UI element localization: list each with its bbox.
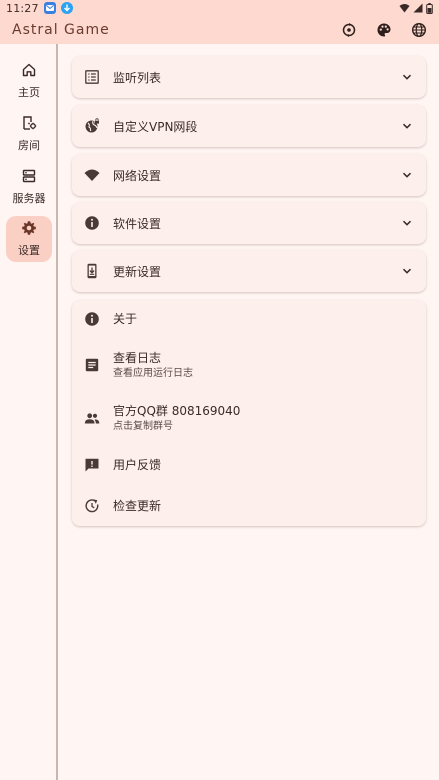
check-update-row[interactable]: 检查更新 [72,497,426,515]
server-icon [21,168,37,184]
info-icon [84,311,100,327]
section-label: 网络设置 [113,168,162,183]
about-card: 关于 查看日志 查看应用运行日志 官方QQ群 808169040 点击复制群号 [72,300,426,526]
download-notification-icon [60,2,73,14]
chevron-down-icon [400,216,414,230]
update-icon [84,498,100,514]
feedback-title: 用户反馈 [113,457,162,472]
vpn-globe-icon [84,118,100,134]
qq-group-title: 官方QQ群 808169040 [113,403,241,418]
app-title: Astral Game [12,22,110,38]
mail-notification-icon [43,2,56,14]
rail-item-room[interactable]: 房间 [6,111,52,157]
log-icon [84,357,100,373]
check-update-title: 检查更新 [113,498,162,513]
section-label: 软件设置 [113,216,162,231]
battery-icon [426,2,433,14]
room-icon [21,115,37,131]
rail-label-room: 房间 [18,139,40,152]
signal-icon [413,3,423,13]
section-listen-list[interactable]: 监听列表 [72,56,426,98]
sync-icon[interactable] [341,22,357,38]
rail-label-server: 服务器 [12,192,46,205]
rail-item-settings[interactable]: 设置 [6,216,52,262]
about-row[interactable]: 关于 [72,310,426,328]
qq-group-row[interactable]: 官方QQ群 808169040 点击复制群号 [72,402,426,434]
section-network-settings[interactable]: 网络设置 [72,154,426,196]
chevron-down-icon [400,70,414,84]
chevron-down-icon [400,168,414,182]
globe-icon[interactable] [411,22,427,38]
section-label: 监听列表 [113,70,162,85]
feedback-icon [84,457,100,473]
palette-icon[interactable] [376,22,392,38]
qq-group-subtitle: 点击复制群号 [113,420,173,432]
chevron-down-icon [400,264,414,278]
view-logs-title: 查看日志 [113,350,162,365]
view-logs-subtitle: 查看应用运行日志 [113,367,193,379]
wifi-icon [84,167,100,183]
info-icon [84,215,100,231]
section-label: 自定义VPN网段 [113,119,198,134]
rail-label-settings: 设置 [18,244,40,257]
about-title: 关于 [113,311,138,326]
chevron-down-icon [400,119,414,133]
view-logs-row[interactable]: 查看日志 查看应用运行日志 [72,349,426,381]
wifi-status-icon [399,4,410,13]
section-update-settings[interactable]: 更新设置 [72,250,426,292]
section-software-settings[interactable]: 软件设置 [72,202,426,244]
section-custom-vpn[interactable]: 自定义VPN网段 [72,105,426,147]
group-icon [84,410,100,426]
list-icon [84,69,100,85]
app-bar: Astral Game [0,16,439,44]
navigation-rail: 主页 房间 服务器 设置 [0,44,58,780]
status-bar: 11:27 [0,0,439,16]
section-label: 更新设置 [113,264,162,279]
rail-item-server[interactable]: 服务器 [6,164,52,210]
rail-item-home[interactable]: 主页 [6,58,52,104]
phone-download-icon [84,263,100,279]
home-icon [21,62,37,78]
gear-icon [21,220,37,236]
feedback-row[interactable]: 用户反馈 [72,456,426,474]
rail-label-home: 主页 [18,86,40,99]
status-time: 11:27 [6,1,39,15]
